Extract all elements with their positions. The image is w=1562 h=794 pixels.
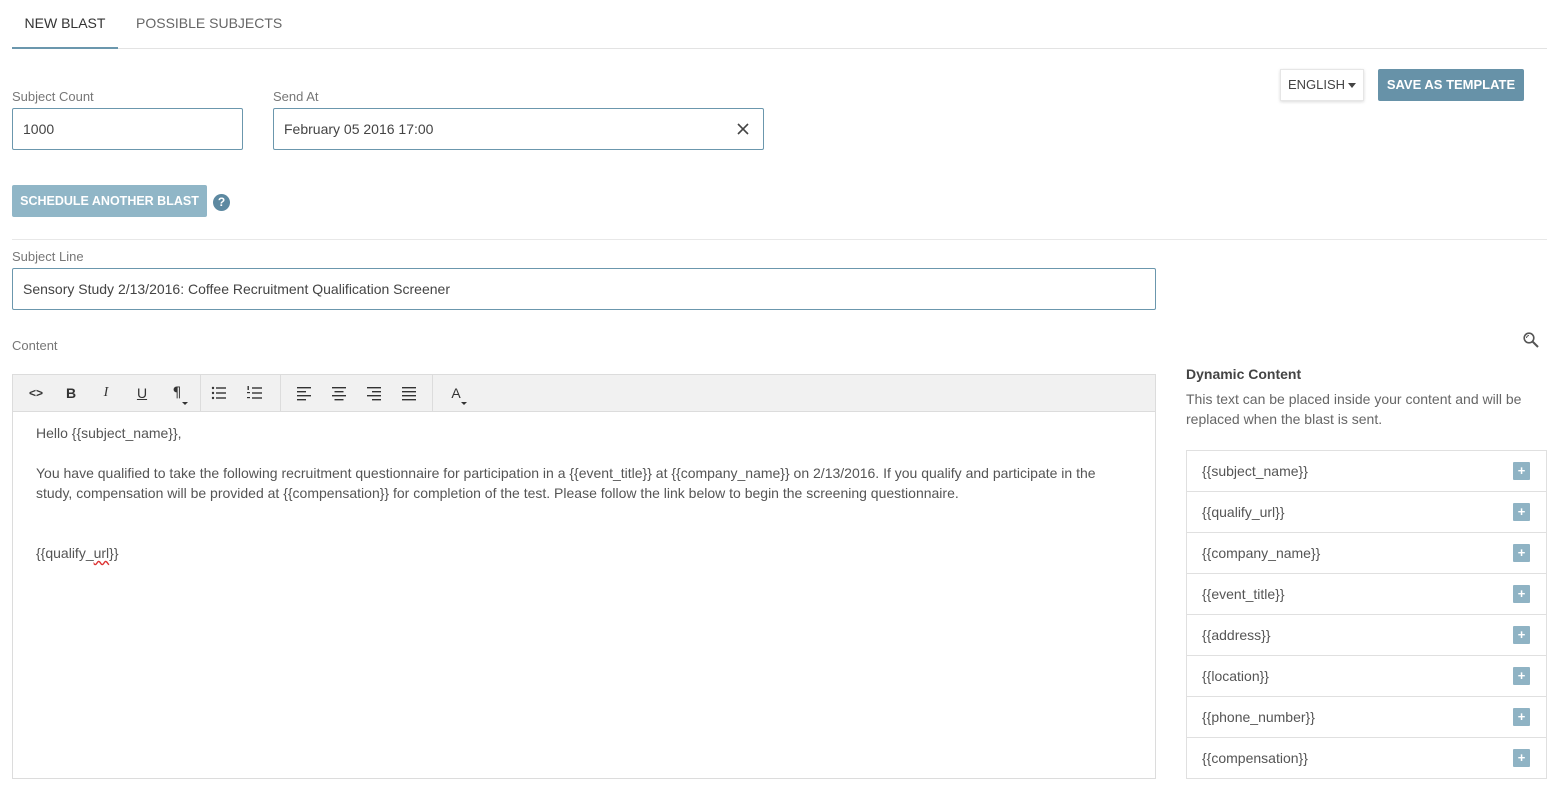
toolbar-group-lists: [201, 375, 281, 411]
code-view-button[interactable]: <>: [25, 383, 47, 403]
dynamic-content-list: {{subject_name}} + {{qualify_url}} + {{c…: [1186, 450, 1547, 779]
align-center-icon[interactable]: [331, 385, 347, 401]
content-editor: <> B I U ¶ A Hello {{subject_name}}, You…: [12, 374, 1156, 779]
subject-line-input[interactable]: Sensory Study 2/13/2016: Coffee Recruitm…: [12, 268, 1156, 310]
content-label: Content: [12, 338, 58, 353]
toolbar-group-align: [281, 375, 433, 411]
font-color-button[interactable]: A: [445, 383, 467, 405]
add-button[interactable]: +: [1513, 544, 1530, 562]
help-icon[interactable]: ?: [213, 194, 230, 211]
editor-toolbar: <> B I U ¶ A: [13, 375, 1155, 412]
language-dropdown[interactable]: ENGLISH: [1280, 69, 1364, 101]
align-left-icon[interactable]: [296, 385, 312, 401]
dynamic-item-company-name: {{company_name}} +: [1187, 533, 1546, 574]
toolbar-group-format: <> B I U ¶: [13, 375, 201, 411]
subject-count-label: Subject Count: [12, 89, 94, 104]
dynamic-item-label: {{address}}: [1202, 627, 1271, 643]
caret-down-icon: [1348, 83, 1357, 89]
dynamic-item-subject-name: {{subject_name}} +: [1187, 451, 1546, 492]
dynamic-item-label: {{company_name}}: [1202, 545, 1321, 561]
font-color-icon: A: [451, 385, 461, 401]
add-button[interactable]: +: [1513, 749, 1530, 767]
dynamic-item-label: {{phone_number}}: [1202, 709, 1315, 725]
dynamic-item-qualify-url: {{qualify_url}} +: [1187, 492, 1546, 533]
numbered-list-icon[interactable]: [247, 385, 263, 401]
paragraph-icon: ¶: [172, 385, 182, 401]
italic-button[interactable]: I: [95, 383, 117, 403]
paragraph-style-button[interactable]: ¶: [166, 383, 188, 405]
spellcheck-word: url: [93, 545, 110, 561]
clear-icon[interactable]: [735, 121, 751, 137]
dynamic-content-title: Dynamic Content: [1186, 366, 1302, 382]
dynamic-item-label: {{subject_name}}: [1202, 463, 1308, 479]
dynamic-item-label: {{compensation}}: [1202, 750, 1308, 766]
greeting-text: Hello {{subject_name}},: [36, 425, 182, 441]
dynamic-item-phone-number: {{phone_number}} +: [1187, 697, 1546, 738]
body-line-2: study, compensation will be provided at …: [36, 485, 959, 501]
add-button[interactable]: +: [1513, 626, 1530, 644]
dynamic-item-location: {{location}} +: [1187, 656, 1546, 697]
send-at-input[interactable]: February 05 2016 17:00: [273, 108, 764, 150]
add-button[interactable]: +: [1513, 585, 1530, 603]
add-button[interactable]: +: [1513, 503, 1530, 521]
dynamic-item-compensation: {{compensation}} +: [1187, 738, 1546, 778]
qualify-link-text: {{qualify_url}}: [36, 545, 119, 561]
align-right-icon[interactable]: [366, 385, 382, 401]
subject-line-label: Subject Line: [12, 249, 84, 264]
schedule-another-blast-button[interactable]: SCHEDULE ANOTHER BLAST: [12, 185, 207, 217]
add-button[interactable]: +: [1513, 708, 1530, 726]
dynamic-item-label: {{event_title}}: [1202, 586, 1285, 602]
tab-new-blast[interactable]: NEW BLAST: [12, 0, 118, 49]
add-button[interactable]: +: [1513, 667, 1530, 685]
divider: [12, 239, 1547, 240]
save-as-template-button[interactable]: SAVE AS TEMPLATE: [1378, 69, 1524, 101]
justify-icon[interactable]: [401, 385, 417, 401]
language-label: ENGLISH: [1287, 77, 1346, 92]
subject-count-input[interactable]: 1000: [12, 108, 243, 150]
tab-bar: NEW BLAST POSSIBLE SUBJECTS: [12, 0, 1547, 49]
bullet-list-icon[interactable]: [211, 385, 227, 401]
dropdown-arrow-icon: [182, 402, 188, 405]
search-icon[interactable]: [1522, 331, 1540, 349]
underline-button[interactable]: U: [131, 383, 153, 403]
editor-content[interactable]: Hello {{subject_name}}, You have qualifi…: [36, 423, 1136, 563]
send-at-value: February 05 2016 17:00: [284, 121, 434, 137]
dynamic-item-label: {{qualify_url}}: [1202, 504, 1285, 520]
bold-button[interactable]: B: [60, 383, 82, 403]
dynamic-content-description: This text can be placed inside your cont…: [1186, 391, 1522, 427]
add-button[interactable]: +: [1513, 462, 1530, 480]
dynamic-item-address: {{address}} +: [1187, 615, 1546, 656]
dropdown-arrow-icon: [461, 402, 467, 405]
dynamic-item-label: {{location}}: [1202, 668, 1269, 684]
dynamic-item-event-title: {{event_title}} +: [1187, 574, 1546, 615]
tab-possible-subjects[interactable]: POSSIBLE SUBJECTS: [136, 0, 282, 49]
body-line-1: You have qualified to take the following…: [36, 465, 1096, 481]
send-at-label: Send At: [273, 89, 319, 104]
